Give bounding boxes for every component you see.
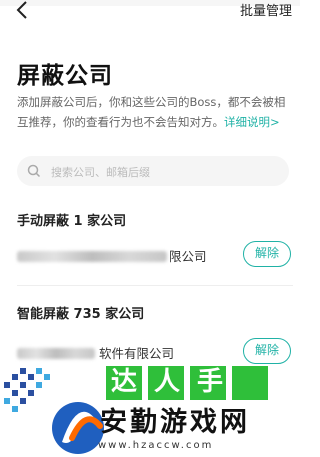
- manual-section-title: 手动屏蔽 1 家公司: [17, 214, 127, 229]
- search-icon: [27, 164, 41, 178]
- list-item: 限公司 解除: [17, 241, 293, 275]
- page-title: 屏蔽公司: [17, 63, 113, 89]
- unblock-button[interactable]: 解除: [243, 241, 291, 267]
- divider: [17, 285, 293, 286]
- search-input[interactable]: 搜索公司、邮箱后缀: [17, 156, 289, 186]
- batch-manage-button[interactable]: 批量管理: [240, 0, 292, 19]
- smart-section-title: 智能屏蔽 735 家公司: [17, 307, 145, 322]
- blurred-company-name: [17, 251, 167, 262]
- nav-bar: 批量管理: [0, 0, 300, 24]
- page-description: 添加屏蔽公司后，你和这些公司的Boss，都不会被相互推荐，你的查看行为也不会告知…: [17, 92, 293, 132]
- back-arrow-icon[interactable]: [12, 0, 34, 21]
- search-placeholder: 搜索公司、邮箱后缀: [51, 166, 150, 179]
- watermark-brand: 安勤游戏网: [100, 407, 250, 438]
- watermark-top-label: 达人手游: [111, 367, 241, 433]
- blurred-company-name: [17, 348, 95, 359]
- company-name: 限公司: [169, 249, 207, 264]
- watermark-url: www.hzaccw.com: [98, 440, 214, 451]
- watermark-top-text: 达人手游: [106, 364, 268, 433]
- detail-link[interactable]: 详细说明>: [224, 115, 280, 129]
